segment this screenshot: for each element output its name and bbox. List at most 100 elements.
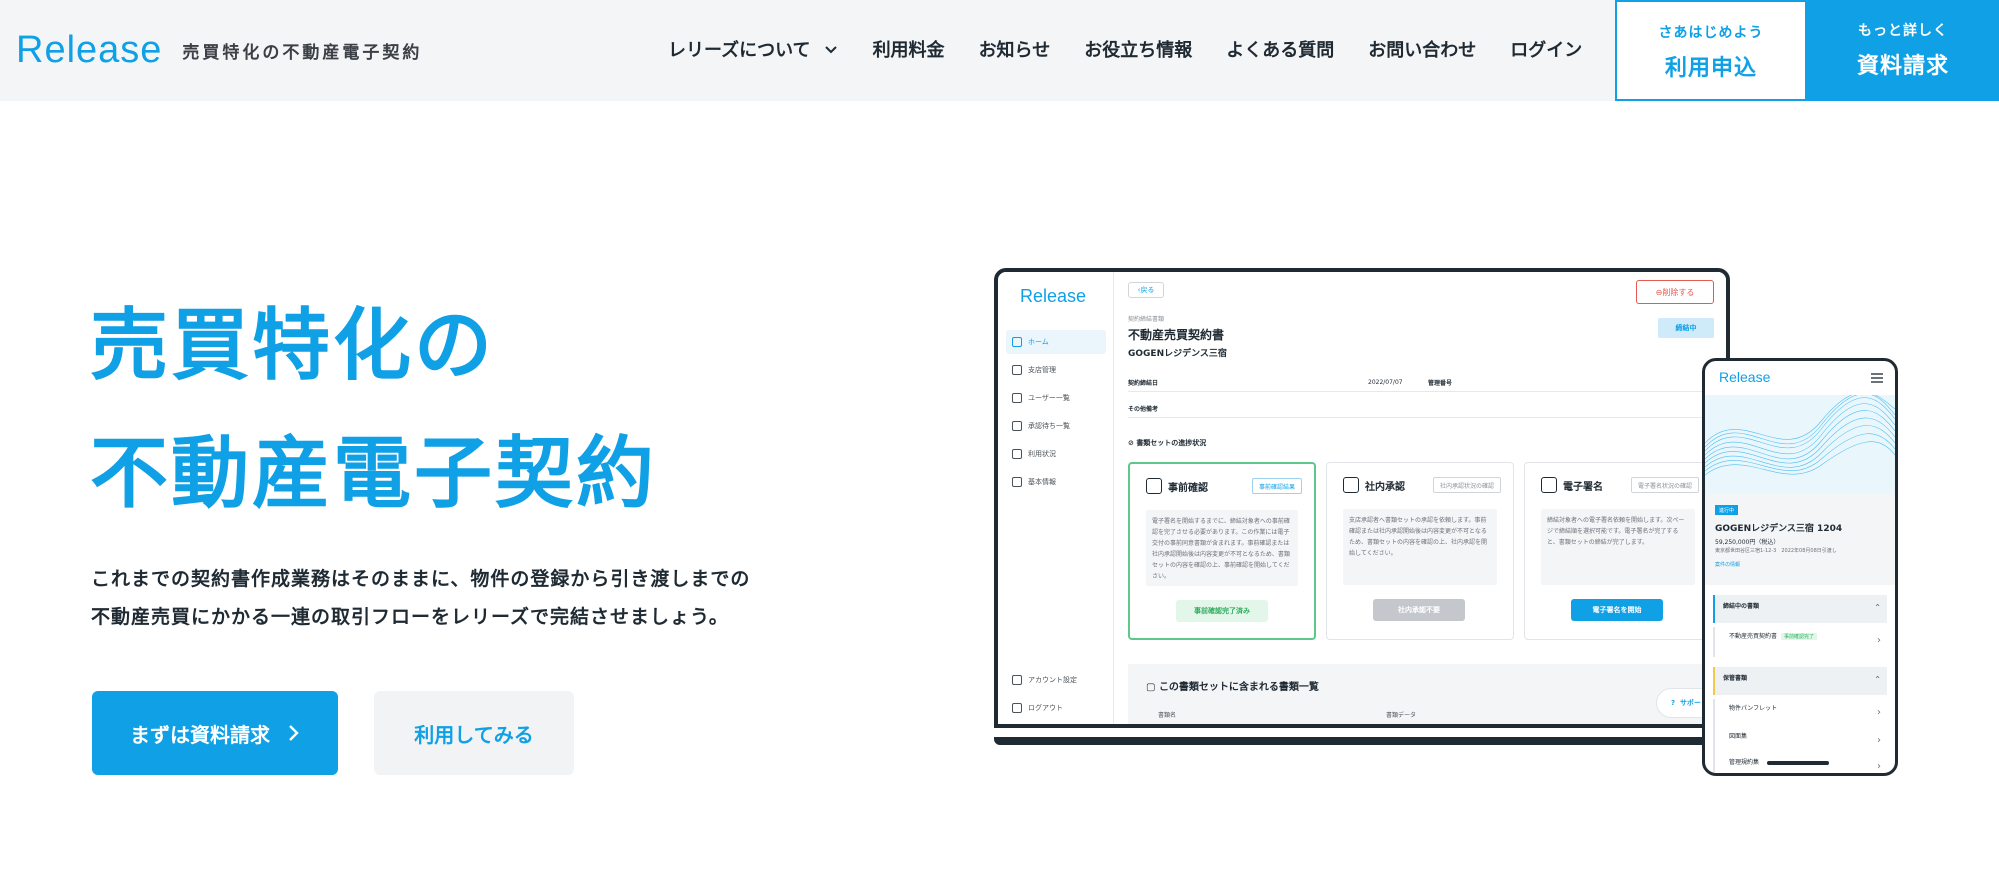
nav-useful-info[interactable]: お役立ち情報: [1084, 36, 1192, 62]
app-menu-account: アカウント設定: [1006, 668, 1106, 692]
nav-about-label: レリーズについて: [668, 40, 811, 61]
app-menu-branches: 支店管理: [1006, 358, 1106, 382]
app-step-title: 社内承認: [1343, 477, 1405, 493]
app-logo: Release: [1020, 286, 1087, 306]
nav-news[interactable]: お知らせ: [979, 36, 1051, 62]
app-menu-bottom: アカウント設定 ログアウト: [1006, 668, 1106, 724]
nav-login[interactable]: ログイン: [1510, 36, 1582, 62]
app-delete-label: 削除する: [1662, 287, 1695, 297]
wave-graphic: [1705, 395, 1895, 493]
phone-case-link: 案件の情報: [1715, 562, 1741, 568]
app-status-badge: 締結中: [1658, 318, 1714, 338]
app-row-value: 2022/07/07: [1368, 379, 1403, 386]
phone-item-label: 物件パンフレット: [1729, 705, 1778, 712]
phone-list-item: 不動産売買契約書 事前確認完了 ›: [1713, 627, 1887, 657]
logout-icon: [1012, 703, 1022, 713]
building-icon: [1012, 365, 1022, 375]
app-document-list-title: ▢ この書類セットに含まれる書類一覧: [1146, 682, 1319, 693]
app-doc-type: 契約締結書類: [1128, 316, 1165, 323]
apply-button[interactable]: さあはじめよう 利用申込: [1615, 0, 1807, 101]
app-main: ‹ 戻る ⊖ 削除する 契約締結書類 不動産売買契約書 GOGENレジデンス三宿…: [1114, 272, 1726, 724]
app-document-list-header: 書類名 書類データ: [1158, 710, 1614, 719]
phone-status-badge: 進行中: [1715, 505, 1739, 515]
app-menu-label: 支店管理: [1028, 366, 1056, 374]
chevron-right-icon: ›: [1877, 735, 1881, 746]
app-menu-usage: 利用状況: [1006, 442, 1106, 466]
app-menu-logout: ログアウト: [1006, 696, 1106, 720]
chevron-right-icon: ›: [1877, 707, 1881, 718]
app-menu-users: ユーザー一覧: [1006, 386, 1106, 410]
apply-button-label: 利用申込: [1664, 56, 1757, 81]
phone-property-address: 東京都世田谷区三宿1-12-3 2022年08月08日引渡し: [1715, 548, 1837, 554]
hero-title: 売買特化の 不動産電子契約: [90, 282, 657, 538]
app-progress-label: 書類セットの進捗状況: [1136, 439, 1207, 447]
request-docs-sub: もっと詳しく: [1858, 23, 1948, 39]
phone-property-name: GOGENレジデンス三宿 1204: [1715, 524, 1843, 534]
app-row-label: 契約締結日: [1128, 380, 1159, 387]
hero-title-line-2: 不動産電子契約: [90, 429, 658, 519]
app-detail-row: 契約締結日 2022/07/07 管理番号: [1128, 374, 1714, 392]
app-document-list-label: この書類セットに含まれる書類一覧: [1158, 682, 1319, 693]
app-step-body: 支店承認者へ書類セットの承認を依頼します。事前確認または社内承認開始後は内容変更…: [1343, 509, 1497, 585]
app-step-card: 社内承認 社内承認状況の確認 支店承認者へ書類セットの承認を依頼します。事前確認…: [1326, 462, 1514, 640]
app-menu-label: ユーザー一覧: [1028, 394, 1070, 402]
chevron-up-icon: ⌃: [1874, 603, 1881, 612]
phone-screenshot: Release 進行中 GOGENレジデンス三宿 1204 59,250,000…: [1702, 358, 1898, 776]
app-step-tag: 事前確認結果: [1251, 478, 1302, 494]
signature-icon: [1541, 477, 1557, 493]
app-list-col: 書類データ: [1386, 712, 1417, 719]
cta-request-docs-label: まずは資料請求: [130, 722, 270, 747]
request-docs-button[interactable]: もっと詳しく 資料請求: [1807, 0, 1999, 101]
nav-faq[interactable]: よくある質問: [1226, 36, 1334, 62]
laptop-base: [994, 737, 1730, 745]
app-step-card: 電子署名 電子署名状況の確認 締結対象者への電子署名依頼を開始します。次ページで…: [1524, 462, 1712, 640]
nav-about[interactable]: レリーズについて: [668, 36, 839, 62]
request-docs-label: 資料請求: [1856, 54, 1949, 79]
phone-list-item: 物件パンフレット ›: [1713, 699, 1887, 729]
phone-header: Release: [1705, 361, 1895, 395]
app-step-title-label: 社内承認: [1365, 481, 1405, 493]
app-menu-label: 利用状況: [1028, 450, 1056, 458]
app-step-body: 電子署名を開始するまでに、締結対象者への事前確認を完了させる必要があります。この…: [1146, 510, 1298, 586]
app-step-title: 事前確認: [1146, 478, 1208, 494]
app-document-list: ▢ この書類セットに含まれる書類一覧 書類名 書類データ ? サポート: [1128, 664, 1726, 724]
app-sidebar: Release ホーム 支店管理 ユーザー一覧 承認待ち一覧 利用状況 基本情報…: [998, 272, 1114, 724]
app-row-label: 管理番号: [1428, 380, 1453, 387]
phone-item-label: 図面集: [1729, 733, 1748, 740]
app-step-tag: 社内承認状況の確認: [1432, 477, 1501, 493]
home-icon: [1012, 337, 1022, 347]
list-icon: [1012, 421, 1022, 431]
logo-tagline: 売買特化の不動産電子契約: [182, 42, 423, 63]
hero-description-line-1: これまでの契約書作成業務はそのままに、物件の登録から引き渡しまでの: [91, 568, 751, 590]
chevron-right-icon: ›: [1877, 761, 1881, 772]
main-nav: レリーズについて 利用料金 お知らせ お役立ち情報 よくある質問 お問い合わせ …: [668, 36, 1582, 62]
phone-logo: Release: [1719, 369, 1771, 385]
nav-pricing[interactable]: 利用料金: [873, 36, 945, 62]
chart-icon: [1012, 449, 1022, 459]
nav-contact[interactable]: お問い合わせ: [1368, 36, 1476, 62]
app-menu: ホーム 支店管理 ユーザー一覧 承認待ち一覧 利用状況 基本情報: [1006, 330, 1106, 498]
app-menu-label: 基本情報: [1028, 478, 1056, 486]
chevron-right-icon: ›: [1877, 635, 1881, 646]
app-menu-label: ログアウト: [1028, 704, 1063, 712]
app-row-label: その他備考: [1128, 406, 1159, 413]
app-menu-label: 承認待ち一覧: [1028, 422, 1070, 430]
app-step-card: 事前確認 事前確認結果 電子署名を開始するまでに、締結対象者への事前確認を完了さ…: [1128, 462, 1316, 640]
app-back-button: ‹ 戻る: [1128, 282, 1164, 298]
app-delete-button: ⊖ 削除する: [1636, 280, 1714, 304]
app-menu-label: ホーム: [1028, 338, 1049, 346]
app-menu-home: ホーム: [1006, 330, 1106, 354]
brand-logo[interactable]: Release 売買特化の不動産電子契約: [16, 28, 422, 72]
hero-description: これまでの契約書作成業務はそのままに、物件の登録から引き渡しまでの 不動産売買に…: [91, 560, 750, 636]
site-header: Release 売買特化の不動産電子契約 レリーズについて 利用料金 お知らせ …: [0, 0, 1999, 101]
phone-section-label: 保管書類: [1723, 675, 1748, 682]
cta-request-docs-button[interactable]: まずは資料請求: [92, 691, 338, 775]
phone-item-label: 不動産売買契約書: [1729, 633, 1778, 640]
app-step-body: 締結対象者への電子署名依頼を開始します。次ページで締結順を選択可能です。電子署名…: [1541, 509, 1695, 585]
app-step-title-label: 電子署名: [1563, 481, 1603, 493]
phone-section: 締結中の書類 ⌃: [1713, 595, 1887, 623]
cta-try-button[interactable]: 利用してみる: [374, 691, 574, 775]
app-menu-label: アカウント設定: [1028, 676, 1077, 684]
app-progress-section-title: ⊘ 書類セットの進捗状況: [1128, 439, 1207, 447]
hero-description-line-2: 不動産売買にかかる一連の取引フローをレリーズで完結させましょう。: [91, 606, 729, 628]
